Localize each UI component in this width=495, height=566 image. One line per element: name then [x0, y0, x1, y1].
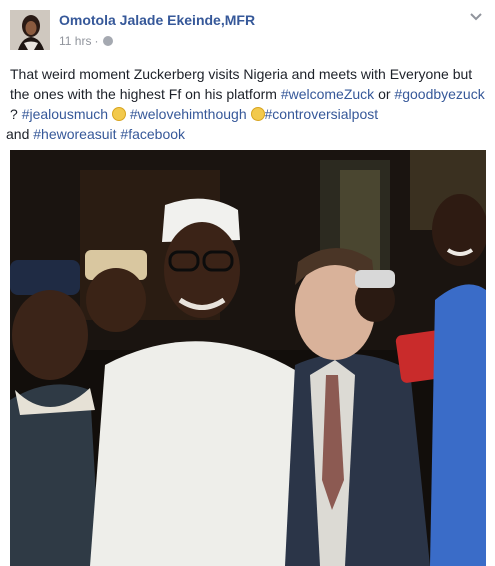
- post-timestamp[interactable]: 11 hrs: [59, 34, 91, 48]
- post-text-fragment: ?: [10, 106, 22, 122]
- facebook-post: Omotola Jalade Ekeinde,MFR 11 hrs · That …: [0, 0, 495, 566]
- hashtag-link[interactable]: #heworeasuit: [33, 126, 116, 142]
- hashtag-link[interactable]: #controversialpost: [265, 106, 379, 122]
- avatar[interactable]: [10, 10, 50, 50]
- grinning-face-icon: [111, 107, 126, 121]
- author-name[interactable]: Omotola Jalade Ekeinde,MFR: [59, 12, 255, 28]
- post-text-fragment: or: [374, 86, 391, 102]
- post-text: That weird moment Zuckerberg visits Nige…: [6, 64, 486, 144]
- photo-illustration: [10, 150, 486, 566]
- globe-icon[interactable]: [103, 36, 114, 46]
- post-text-fragment: and: [6, 126, 34, 142]
- hashtag-link[interactable]: #facebook: [120, 126, 185, 142]
- hashtag-link[interactable]: #welovehimthough: [130, 106, 247, 122]
- post-photo[interactable]: [10, 150, 486, 566]
- chevron-down-icon[interactable]: [469, 12, 483, 22]
- hashtag-link[interactable]: #goodbyezuck: [394, 86, 484, 102]
- hashtag-link[interactable]: #welcomeZuck: [281, 86, 374, 102]
- hashtag-link[interactable]: #jealousmuch: [22, 106, 108, 122]
- meta-separator: ·: [94, 34, 99, 48]
- relieved-face-icon: [250, 107, 265, 121]
- post-meta: 11 hrs ·: [59, 34, 114, 48]
